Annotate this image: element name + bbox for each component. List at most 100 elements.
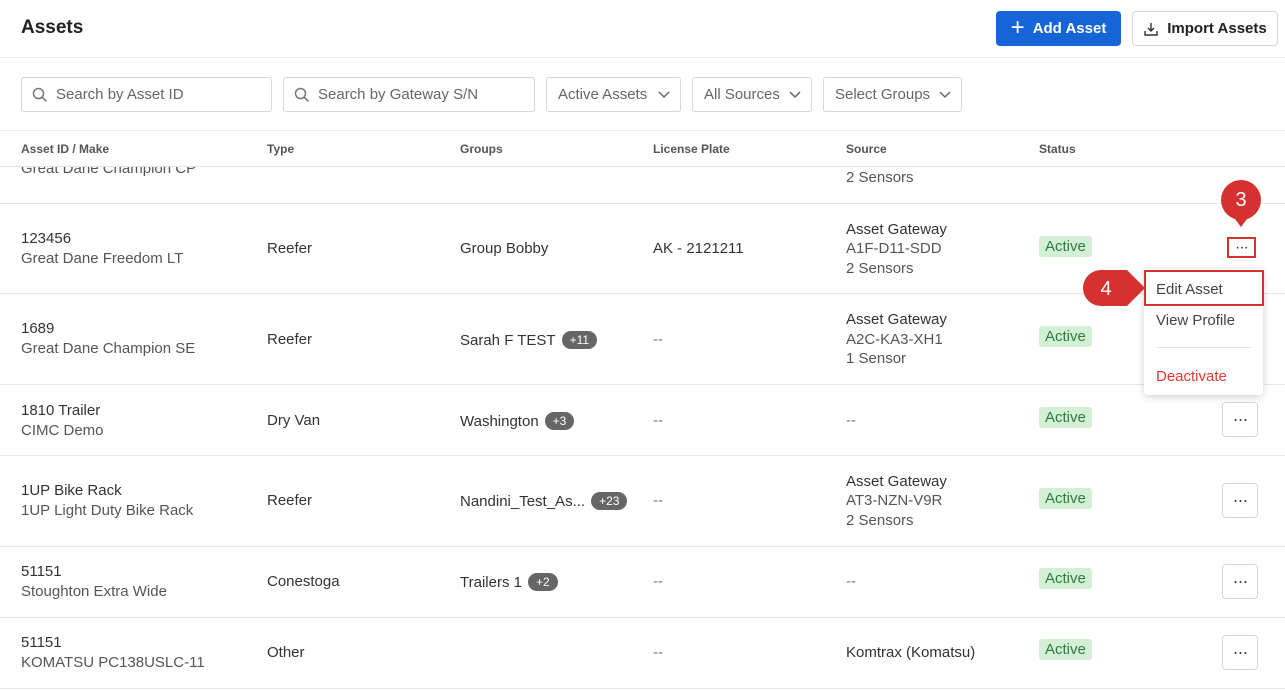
status-badge: Active [1039,407,1092,428]
more-icon: ··· [1235,238,1249,256]
import-assets-label: Import Assets [1167,20,1267,37]
status-badge: Active [1039,639,1092,660]
chevron-down-icon [939,90,951,98]
step-4-marker: 4 [1083,270,1145,306]
add-asset-button[interactable]: + Add Asset [996,11,1121,46]
asset-make: 1UP Light Duty Bike Rack [21,502,194,519]
column-header-asset[interactable]: Asset ID / Make [21,142,109,156]
table-row[interactable]: 51151 KOMATSU PC138USLC-11 Other -- Komt… [0,618,1285,689]
group-name: Nandini_Test_As... [460,493,586,510]
asset-make: CIMC Demo [21,422,104,439]
status-filter-value: Active Assets [558,86,648,103]
status-badge: Active [1039,326,1092,347]
source-name: Komtrax (Komatsu) [846,644,976,661]
status-filter-select[interactable]: Active Assets [546,77,681,112]
menu-divider [1156,347,1251,348]
more-icon: ··· [1232,490,1249,510]
column-header-groups[interactable]: Groups [460,142,503,156]
asset-id-search-placeholder: Search by Asset ID [56,86,184,103]
table-row[interactable]: 1UP Bike Rack 1UP Light Duty Bike Rack R… [0,456,1285,547]
license-plate: -- [653,492,663,509]
chevron-down-icon [658,90,670,98]
group-count-badge[interactable]: +11 [561,331,598,349]
license-plate: -- [653,331,663,348]
group-name: Sarah F TEST [460,332,556,349]
asset-make: Great Dane Champion SE [21,340,196,357]
gateway-search-placeholder: Search by Gateway S/N [318,86,479,103]
license-plate: -- [653,412,663,429]
status-badge: Active [1039,236,1092,257]
chevron-down-icon [789,90,801,98]
asset-id: 1689 [21,320,55,337]
source-name: Asset Gateway [846,311,947,328]
group-name: Trailers 1 [460,574,522,591]
group-name: Washington [460,413,539,430]
gateway-serial: AT3-NZN-V9R [846,492,943,509]
source-name: -- [846,573,856,590]
group-count-badge[interactable]: +3 [544,412,575,430]
row-actions-button[interactable]: ··· [1222,483,1258,518]
asset-type: Dry Van [267,412,321,429]
column-header-license-plate[interactable]: License Plate [653,142,730,156]
asset-id: 51151 [21,563,62,580]
table-header: Asset ID / Make Type Groups License Plat… [0,130,1285,167]
groups-filter-value: Select Groups [835,86,931,103]
table-row[interactable]: 1810 Trailer CIMC Demo Dry Van Washingto… [0,385,1285,456]
asset-group: Nandini_Test_As... +23 [460,492,628,510]
row-actions-button-highlighted[interactable]: ··· [1227,237,1256,258]
asset-make: KOMATSU PC138USLC-11 [21,654,205,671]
source-filter-select[interactable]: All Sources [692,77,812,112]
column-header-source[interactable]: Source [846,142,887,156]
sensor-count: 1 Sensor [846,350,907,367]
group-count-badge[interactable]: +23 [591,492,628,510]
asset-id: 1UP Bike Rack [21,482,122,499]
column-header-status[interactable]: Status [1039,142,1076,156]
asset-type: Reefer [267,240,313,257]
source-line: 2 Sensors [846,169,914,186]
asset-group: -- [653,644,663,661]
asset-group: Sarah F TEST +11 [460,331,598,349]
more-icon: ··· [1232,571,1249,591]
asset-id: 1810 Trailer [21,402,101,419]
import-assets-button[interactable]: Import Assets [1132,11,1278,46]
asset-id: 51151 [21,634,62,651]
sensor-count: 2 Sensors [846,260,914,277]
gateway-serial: A2C-KA3-XH1 [846,331,943,348]
row-actions-button[interactable]: ··· [1222,635,1258,670]
more-icon: ··· [1232,642,1249,662]
source-name: -- [846,412,856,429]
more-icon: ··· [1232,409,1249,429]
page-header: Assets + Add Asset Import Assets [0,0,1285,58]
row-actions-button[interactable]: ··· [1222,402,1258,437]
row-actions-button[interactable]: ··· [1222,564,1258,599]
search-icon [294,87,310,102]
column-header-type[interactable]: Type [267,142,294,156]
asset-group: Group Bobby [460,240,549,257]
table-row[interactable]: 1689 Great Dane Champion SE Reefer Sarah… [0,294,1285,385]
table-row[interactable]: 51151 Stoughton Extra Wide Conestoga Tra… [0,547,1285,618]
step-3-marker: 3 [1221,180,1261,227]
edit-asset-highlight [1144,270,1264,306]
asset-type: Other [267,644,305,661]
group-count-badge[interactable]: +2 [527,573,558,591]
step-3-number: 3 [1235,188,1247,211]
asset-type: Conestoga [267,573,340,590]
plus-icon: + [1010,13,1025,41]
menu-item-view-profile[interactable]: View Profile [1156,312,1235,329]
asset-type: Reefer [267,331,313,348]
source-name: Asset Gateway [846,473,947,490]
search-icon [32,87,48,102]
asset-make: Stoughton Extra Wide [21,583,167,600]
license-plate: -- [653,573,663,590]
gateway-search-input[interactable]: Search by Gateway S/N [283,77,535,112]
asset-group: Washington +3 [460,412,575,430]
groups-filter-select[interactable]: Select Groups [823,77,962,112]
asset-id: 123456 [21,230,72,247]
menu-item-deactivate[interactable]: Deactivate [1156,368,1227,385]
page-title: Assets [21,17,84,38]
sensor-count: 2 Sensors [846,512,914,529]
asset-type: Reefer [267,492,313,509]
source-name: Asset Gateway [846,221,947,238]
asset-id-search-input[interactable]: Search by Asset ID [21,77,272,112]
source-filter-value: All Sources [704,86,780,103]
